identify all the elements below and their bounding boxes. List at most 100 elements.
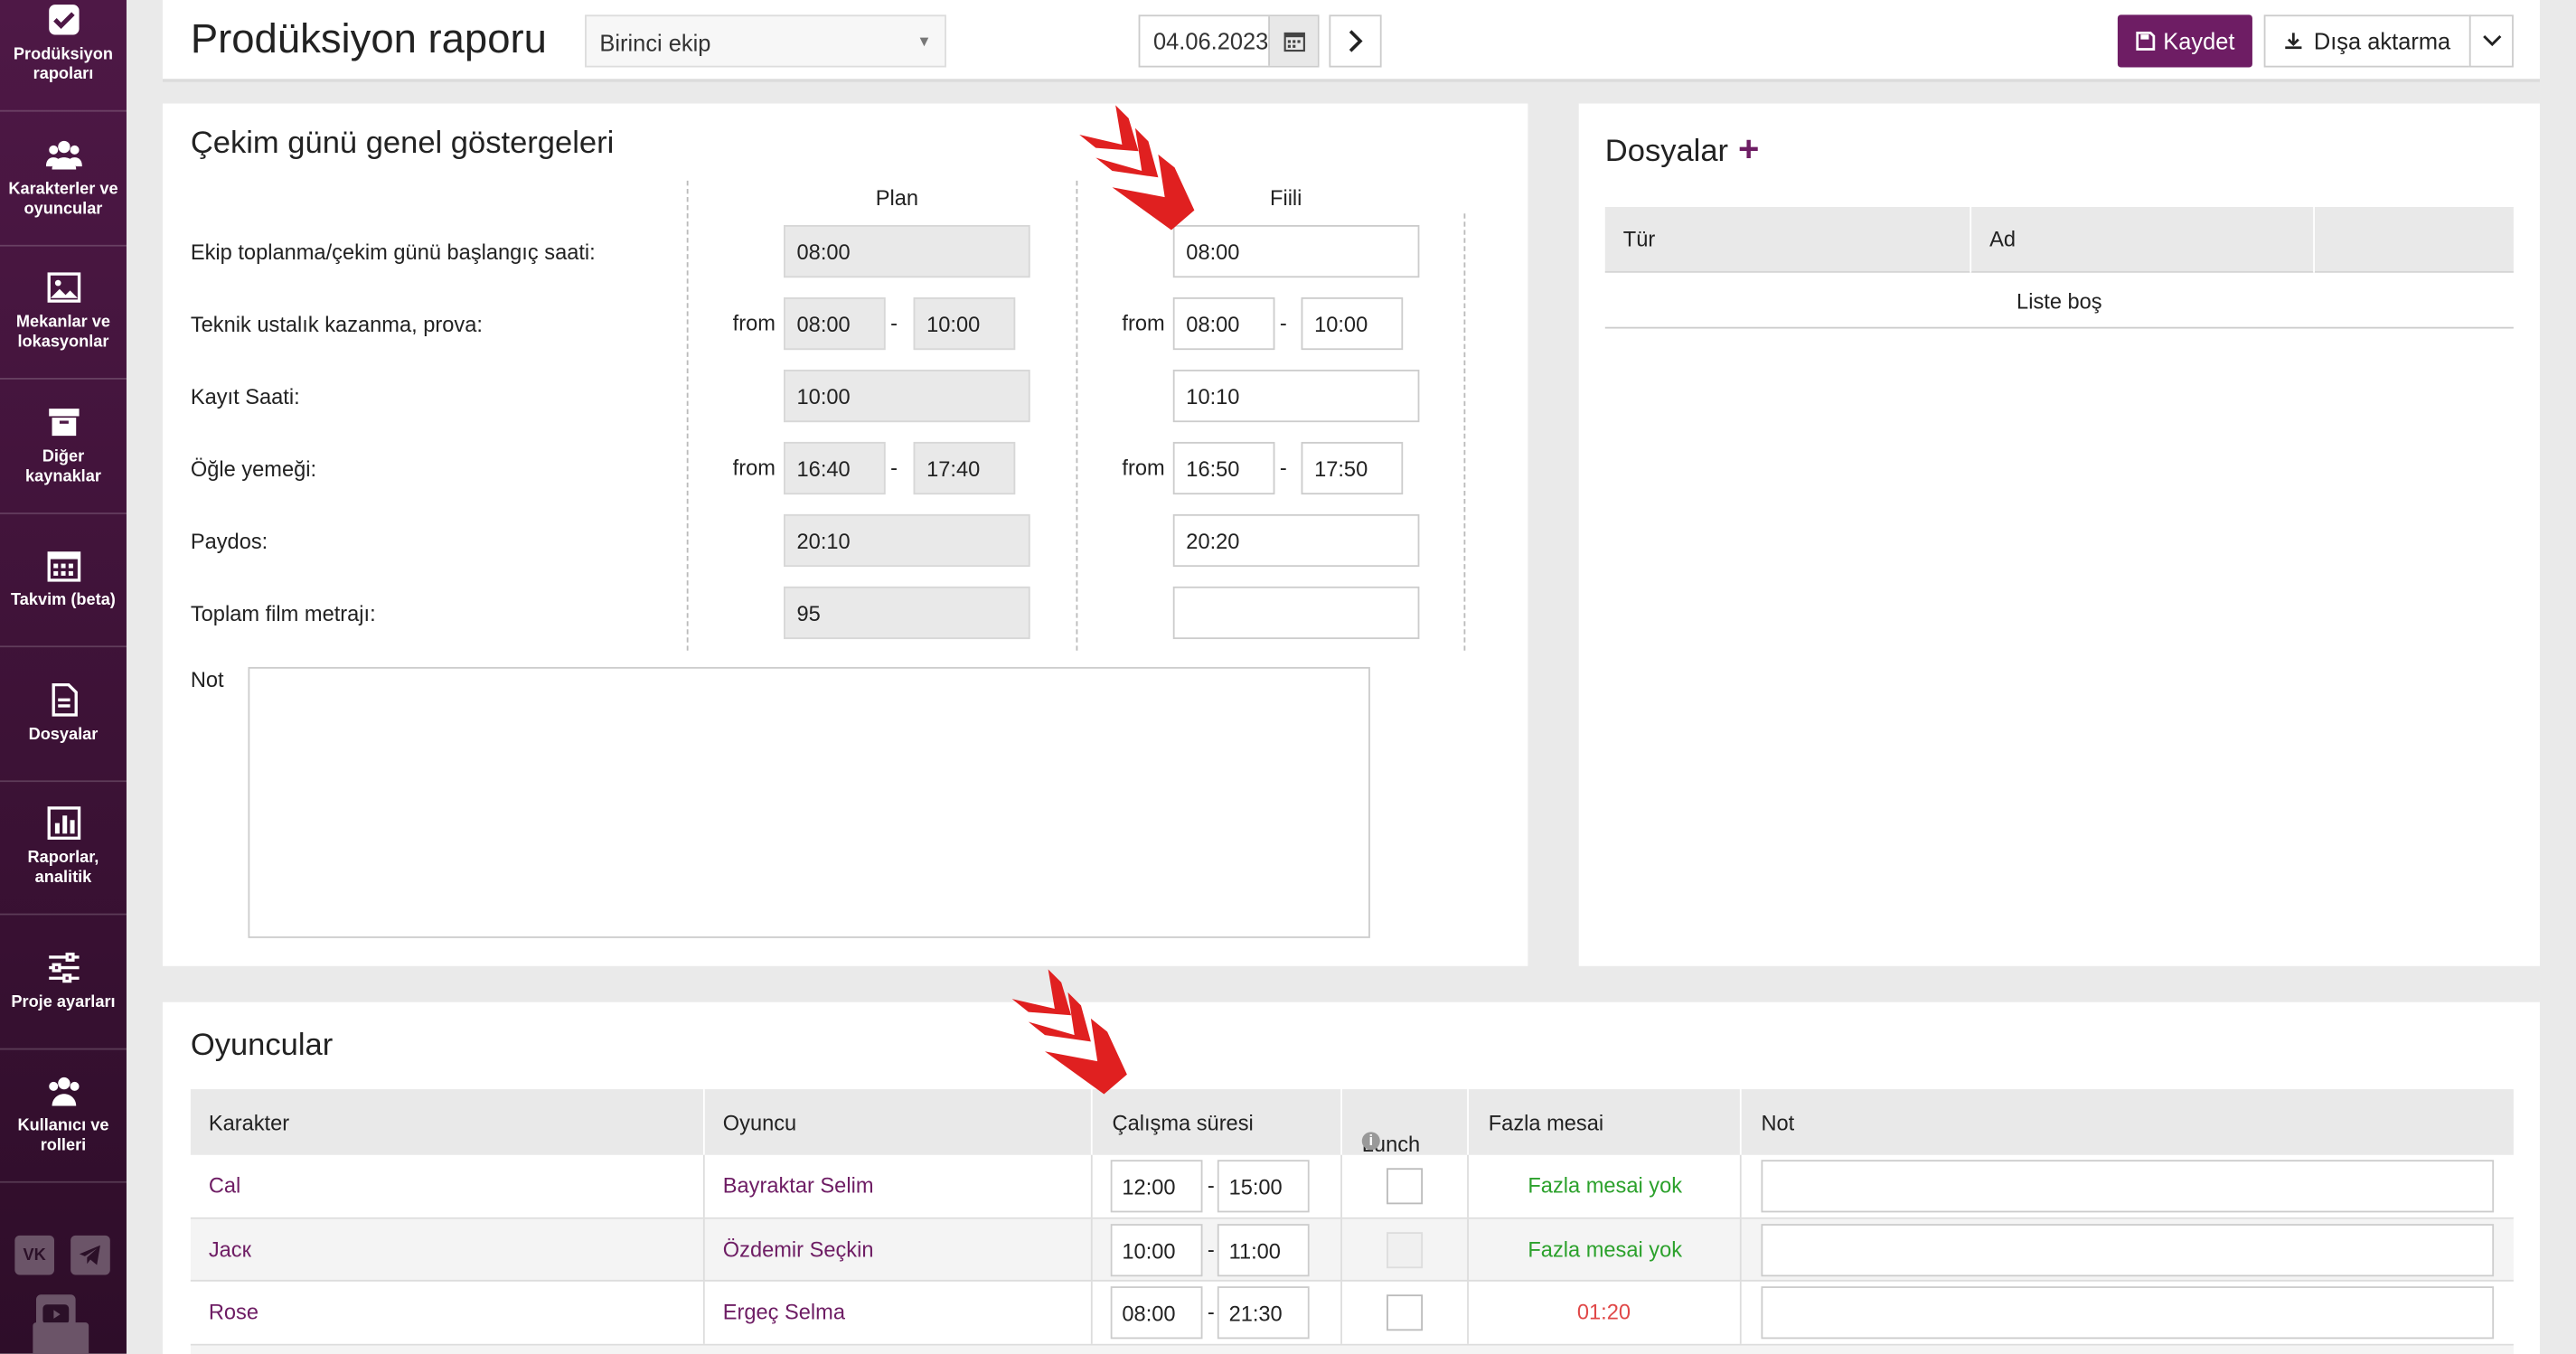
plan-rehearsal-to-field: 10:00 xyxy=(913,296,1016,351)
image-icon xyxy=(46,272,80,304)
actual-wrap-field[interactable]: 20:20 xyxy=(1172,513,1420,568)
sidebar-item-calendar[interactable]: Takvim (beta) xyxy=(0,513,127,648)
sidebar-item-label: Proje ayarları xyxy=(11,993,116,1012)
actual-rehearsal-to-field[interactable]: 10:00 xyxy=(1301,296,1404,351)
page-title: Prodüksiyon raporu xyxy=(190,16,547,63)
column-divider xyxy=(1340,1281,1342,1344)
lunch-checkbox[interactable] xyxy=(1387,1168,1424,1205)
actual-lunch-to-field[interactable]: 17:50 xyxy=(1301,441,1404,495)
actor-link[interactable]: Özdemir Seçkin xyxy=(723,1236,874,1261)
chevron-arrow-marker xyxy=(1079,105,1195,230)
divider xyxy=(686,180,689,651)
actual-start-time-field[interactable]: 08:00 xyxy=(1172,225,1420,278)
wrap-label: Paydos: xyxy=(190,529,268,554)
character-link[interactable]: Cal xyxy=(209,1173,240,1198)
actual-recording-time-field[interactable]: 10:10 xyxy=(1172,369,1420,423)
checkbox-icon xyxy=(48,5,79,35)
actual-rehearsal-from-field[interactable]: 08:00 xyxy=(1172,296,1275,351)
column-divider xyxy=(1090,1154,1093,1218)
rehearsal-label: Teknik ustalık kazanma, prova: xyxy=(190,312,483,337)
range-dash: - xyxy=(1279,455,1287,480)
sliders-icon xyxy=(48,952,79,983)
next-day-button[interactable] xyxy=(1329,14,1382,68)
start-time-label: Ekip toplanma/çekim günü başlangıç saati… xyxy=(190,240,596,265)
save-button[interactable]: Kaydet xyxy=(2117,14,2252,68)
actor-note-input[interactable] xyxy=(1761,1160,2495,1213)
download-icon xyxy=(2285,33,2303,50)
export-button[interactable]: Dışa aktarma xyxy=(2263,14,2471,68)
from-label: from xyxy=(1122,455,1165,480)
column-header: Not xyxy=(1761,1110,1795,1135)
files-title-text: Dosyalar xyxy=(1604,135,1729,170)
from-label: from xyxy=(732,310,776,335)
range-dash: - xyxy=(1207,1172,1215,1199)
character-link[interactable]: Rose xyxy=(209,1300,259,1324)
add-file-icon[interactable]: + xyxy=(1738,128,1759,169)
save-label: Kaydet xyxy=(2163,27,2235,54)
note-textarea[interactable] xyxy=(248,666,1370,938)
divider xyxy=(1076,180,1078,651)
lunch-checkbox[interactable] xyxy=(1387,1294,1424,1331)
column-divider xyxy=(702,1154,705,1218)
range-dash: - xyxy=(1279,310,1287,335)
export-dropdown-button[interactable] xyxy=(2468,14,2514,68)
sidebar-item-label: Dosyalar xyxy=(28,725,99,744)
work-from-field[interactable]: 08:00 xyxy=(1110,1286,1203,1340)
telegram-icon[interactable] xyxy=(71,1235,110,1275)
range-dash: - xyxy=(890,455,898,480)
sidebar-item-other-resources[interactable]: Diğer kaynaklar xyxy=(0,380,127,513)
chevron-down-icon: ▼ xyxy=(917,33,932,50)
work-from-field[interactable]: 12:00 xyxy=(1110,1160,1203,1213)
plan-rehearsal-from-field: 08:00 xyxy=(783,296,886,351)
column-divider xyxy=(1467,1089,1469,1155)
users-icon xyxy=(48,1077,79,1107)
work-to-field[interactable]: 11:00 xyxy=(1217,1223,1310,1276)
plan-lunch-to-field: 17:40 xyxy=(913,441,1016,495)
work-to-field[interactable]: 15:00 xyxy=(1217,1160,1310,1213)
range-dash: - xyxy=(890,310,898,335)
actor-note-input[interactable] xyxy=(1761,1286,2495,1340)
calendar-icon xyxy=(46,551,80,583)
bar-chart-icon xyxy=(46,806,80,841)
export-label: Dışa aktarma xyxy=(2313,27,2451,54)
actual-lunch-from-field[interactable]: 16:50 xyxy=(1172,441,1275,495)
column-header: Tür xyxy=(1622,226,1656,252)
actor-link[interactable]: Ergeç Selma xyxy=(723,1300,845,1324)
sidebar-item-project-settings[interactable]: Proje ayarları xyxy=(0,915,127,1049)
column-divider xyxy=(1090,1218,1093,1281)
sidebar-item-label: Mekanlar ve lokasyonlar xyxy=(15,314,111,353)
column-divider xyxy=(1739,1089,1742,1155)
actor-link[interactable]: Bayraktar Selim xyxy=(723,1173,874,1198)
vk-icon[interactable]: VK xyxy=(14,1235,54,1275)
chevron-right-icon xyxy=(1349,30,1363,52)
social-links: VK xyxy=(0,1235,127,1334)
range-dash: - xyxy=(1207,1299,1215,1324)
calendar-icon[interactable] xyxy=(1268,16,1318,66)
sidebar-item-reports[interactable]: Raporlar, analitik xyxy=(0,781,127,916)
sidebar-item-locations[interactable]: Mekanlar ve lokasyonlar xyxy=(0,246,127,380)
column-divider xyxy=(1739,1154,1742,1218)
sidebar-item-production-reports[interactable]: Prodüksiyon rapoları xyxy=(0,0,127,112)
column-divider xyxy=(1090,1089,1093,1155)
sidebar-item-characters[interactable]: Karakterler ve oyuncular xyxy=(0,112,127,246)
note-label: Not xyxy=(190,666,224,692)
character-link[interactable]: Jacк xyxy=(209,1236,251,1261)
column-divider xyxy=(1739,1281,1742,1344)
work-from-field[interactable]: 10:00 xyxy=(1110,1223,1203,1276)
lunch-checkbox[interactable] xyxy=(1387,1231,1424,1268)
files-table-header: Tür Ad xyxy=(1604,207,2514,273)
scroll-up-button[interactable] xyxy=(33,1322,89,1354)
work-to-field[interactable]: 21:30 xyxy=(1217,1286,1310,1340)
column-header: Oyuncu xyxy=(722,1110,797,1135)
info-icon[interactable]: i xyxy=(1361,1132,1380,1151)
plan-recording-time-field: 10:00 xyxy=(783,369,1030,423)
plan-start-time-field: 08:00 xyxy=(783,225,1030,278)
actual-footage-field[interactable] xyxy=(1172,586,1420,640)
sidebar-item-users-roles[interactable]: Kullanıcı ve rolleri xyxy=(0,1049,127,1183)
sidebar-item-files[interactable]: Dosyalar xyxy=(0,647,127,782)
team-select[interactable]: Birinci ekip ▼ xyxy=(585,14,946,68)
date-input[interactable]: 04.06.2023 xyxy=(1138,14,1320,68)
actor-note-input[interactable] xyxy=(1761,1223,2495,1276)
from-label: from xyxy=(732,455,776,480)
column-divider xyxy=(1340,1089,1342,1155)
